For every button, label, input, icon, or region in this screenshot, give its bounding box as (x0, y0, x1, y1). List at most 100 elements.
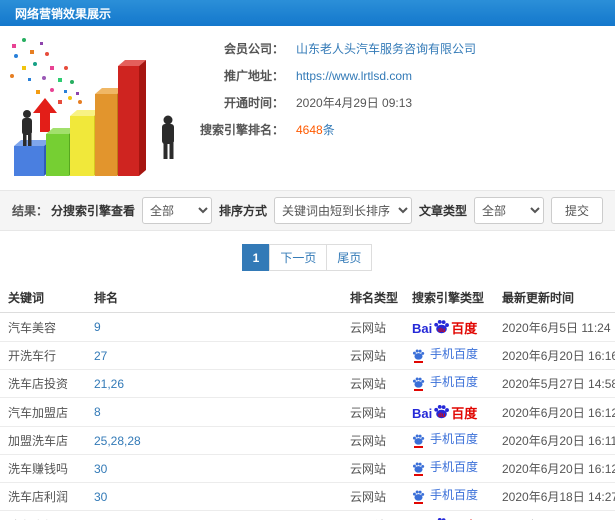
article-type-select[interactable]: 全部 (473, 197, 544, 224)
rank-link[interactable]: 21,26 (94, 377, 124, 391)
engine-cell: Baidu百度 (404, 397, 494, 427)
baidu-logo: Baidu百度 (412, 318, 477, 335)
bar-chart-illustration (10, 38, 174, 176)
keyword-cell: 汽车美容 (0, 312, 86, 342)
mobile-baidu-logo: 手机百度 (412, 460, 479, 476)
page-title: 网络营销效果展示 (15, 6, 112, 21)
col-header-engine-type: 搜索引擎类型 (404, 283, 494, 313)
page-last[interactable]: 尾页 (326, 244, 373, 271)
rank-cell: 27 (86, 341, 342, 370)
rank-link[interactable]: 30 (94, 490, 107, 504)
table-row: 洗车店利润 30 云网站 手机百度 2020年6月18日 14:27 (0, 482, 615, 511)
mobile-baidu-label: 手机百度 (430, 460, 479, 474)
updated-cell: 2020年6月18日 14:30 (494, 510, 615, 520)
baidu-paw-icon (412, 434, 425, 445)
engine-cell: 手机百度 (404, 369, 494, 398)
mobile-baidu-label: 手机百度 (430, 375, 479, 389)
updated-cell: 2020年6月20日 16:11 (494, 426, 615, 455)
site-link[interactable]: https://www.lrtlsd.com (296, 69, 412, 83)
filter-controls: 分搜索引擎查看 全部 排序方式 关键词由短到长排序 文章类型 全部 提交 (51, 197, 603, 224)
baidu-paw-icon (438, 517, 446, 520)
baidu-paw-icon (412, 490, 425, 501)
rank-cell: 21,26 (86, 369, 342, 398)
rank-type-cell: 云网站 (342, 369, 404, 398)
engine-cell: Baidu百度 (404, 510, 494, 520)
mobile-baidu-label: 手机百度 (430, 347, 479, 361)
table-row: 加盟洗车店 25,28,28 云网站 手机百度 2020年6月20日 16:11 (0, 426, 615, 455)
article-type-label: 文章类型 (418, 204, 467, 218)
info-row-company: 会员公司： 山东老人头汽车服务咨询有限公司 (188, 35, 615, 62)
col-header-keyword: 关键词 (0, 283, 86, 313)
site-label: 推广地址： (223, 69, 284, 83)
updated-cell: 2020年6月20日 16:16 (494, 341, 615, 370)
pagination: 1 下一页 尾页 (0, 231, 615, 283)
table-row: 洗车店加盟 3 云网站 Baidu百度 2020年6月18日 14:30 (0, 510, 615, 520)
page-next[interactable]: 下一页 (269, 244, 328, 271)
updated-cell: 2020年6月18日 14:27 (494, 482, 615, 511)
engine-rank-value: 4648条 (296, 121, 335, 138)
rank-type-cell: 云网站 (342, 397, 404, 427)
table-row: 洗车店投资 21,26 云网站 手机百度 2020年5月27日 14:58 (0, 369, 615, 398)
mobile-baidu-label: 手机百度 (430, 488, 479, 502)
rank-unit: 条 (322, 123, 335, 137)
keyword-cell: 洗车赚钱吗 (0, 454, 86, 483)
col-header-rank-type: 排名类型 (342, 283, 404, 313)
keyword-cell: 洗车店投资 (0, 369, 86, 398)
keyword-cell: 汽车加盟店 (0, 397, 86, 427)
ranking-table: 关键词 排名 排名类型 搜索引擎类型 最新更新时间 汽车美容 9 云网站 Bai… (0, 283, 615, 520)
rank-link[interactable]: 30 (94, 462, 107, 476)
rank-count: 4648 (296, 123, 323, 137)
mobile-baidu-label: 手机百度 (430, 432, 479, 446)
info-row-engine-rank: 搜索引擎排名： 4648条 (188, 116, 615, 143)
rank-type-cell: 云网站 (342, 510, 404, 520)
engine-cell: 手机百度 (404, 454, 494, 483)
rank-type-cell: 云网站 (342, 341, 404, 370)
updated-cell: 2020年5月27日 14:58 (494, 369, 615, 398)
mobile-baidu-logo: 手机百度 (412, 347, 479, 363)
rank-type-cell: 云网站 (342, 482, 404, 511)
mobile-baidu-logo: 手机百度 (412, 375, 479, 391)
rank-type-cell: 云网站 (342, 312, 404, 342)
rank-type-cell: 云网站 (342, 454, 404, 483)
rank-link[interactable]: 9 (94, 320, 101, 334)
rank-link[interactable]: 8 (94, 405, 101, 419)
table-body: 汽车美容 9 云网站 Bai du 百度 2020年6月5日 11:24 开洗车行 … (0, 312, 615, 520)
rank-link[interactable]: 27 (94, 349, 107, 363)
engine-cell: Baidu百度 (404, 312, 494, 342)
table-row: 汽车加盟店 8 云网站 Bai du 百度 2020年6月20日 16:12 (0, 397, 615, 427)
updated-cell: 2020年6月20日 16:12 (494, 454, 615, 483)
baidu-logo: Baidu百度 (412, 516, 477, 520)
engine-filter-label: 分搜索引擎查看 (50, 204, 135, 218)
page-current[interactable]: 1 (241, 244, 271, 271)
baidu-paw-icon (412, 462, 425, 473)
filter-bar: 结果： 分搜索引擎查看 全部 排序方式 关键词由短到长排序 文章类型 全部 提交 (0, 190, 615, 231)
promo-chart-image (0, 26, 188, 190)
app-header: 网络营销效果展示 (0, 0, 615, 26)
updated-cell: 2020年6月20日 16:12 (494, 397, 615, 427)
table-row: 开洗车行 27 云网站 手机百度 2020年6月20日 16:16 (0, 341, 615, 370)
open-time-label: 开通时间： (223, 96, 284, 110)
rank-cell: 30 (86, 482, 342, 511)
rank-cell: 3 (86, 510, 342, 520)
table-row: 汽车美容 9 云网站 Bai du 百度 2020年6月5日 11:24 (0, 312, 615, 342)
keyword-cell: 开洗车行 (0, 341, 86, 370)
engine-cell: 手机百度 (404, 426, 494, 455)
company-link[interactable]: 山东老人头汽车服务咨询有限公司 (296, 40, 476, 57)
submit-button[interactable]: 提交 (550, 197, 603, 224)
engine-select[interactable]: 全部 (141, 197, 212, 224)
sort-select[interactable]: 关键词由短到长排序 (273, 197, 412, 224)
member-info-panel: 会员公司： 山东老人头汽车服务咨询有限公司 推广地址： https://www.… (188, 26, 615, 190)
open-time-value: 2020年4月29日 09:13 (296, 96, 413, 110)
col-header-rank: 排名 (86, 283, 342, 313)
company-label: 会员公司： (223, 42, 284, 56)
rank-cell: 30 (86, 454, 342, 483)
table-header-row: 关键词 排名 排名类型 搜索引擎类型 最新更新时间 (0, 283, 615, 313)
keyword-cell: 洗车店加盟 (0, 510, 86, 520)
info-row-open-time: 开通时间： 2020年4月29日 09:13 (188, 89, 615, 116)
rank-cell: 25,28,28 (86, 426, 342, 455)
rank-link[interactable]: 25,28,28 (94, 434, 141, 448)
keyword-cell: 洗车店利润 (0, 482, 86, 511)
baidu-paw-icon (412, 377, 425, 388)
rank-cell: 9 (86, 312, 342, 342)
result-label: 结果： (12, 204, 49, 218)
